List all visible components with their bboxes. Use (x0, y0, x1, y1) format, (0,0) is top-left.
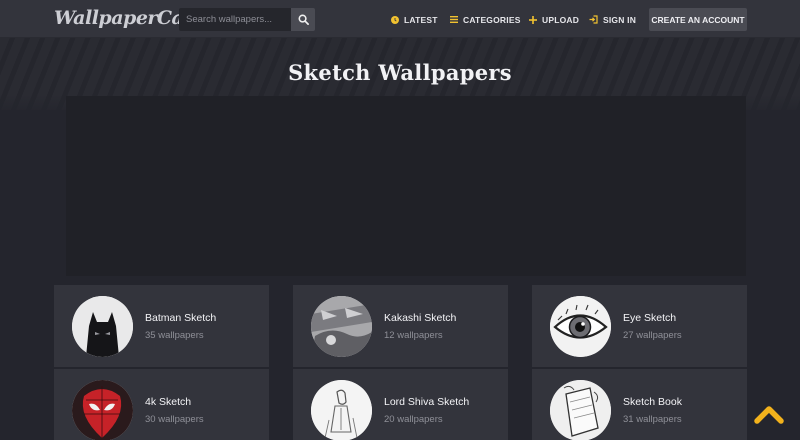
nav-latest[interactable]: LATEST (391, 13, 438, 26)
nav-categories-label: CATEGORIES (463, 14, 521, 25)
card-title: Lord Shiva Sketch (384, 396, 470, 408)
card-count: 12 wallpapers (384, 330, 443, 341)
shiva-thumbnail (311, 380, 372, 440)
search-button[interactable] (291, 8, 315, 31)
card-count: 35 wallpapers (145, 330, 204, 341)
card-count: 31 wallpapers (623, 414, 682, 425)
search-icon (298, 14, 309, 25)
category-card[interactable]: 4k Sketch 30 wallpapers (54, 369, 269, 440)
top-navbar: WallpaperCave LATEST CATEGORIES UPLOAD (0, 0, 800, 38)
list-icon (450, 16, 458, 23)
category-card[interactable]: Eye Sketch 27 wallpapers (532, 285, 747, 367)
search-input[interactable] (179, 8, 291, 31)
card-title: Sketch Book (623, 396, 682, 408)
card-title: Kakashi Sketch (384, 312, 457, 324)
card-count: 30 wallpapers (145, 414, 204, 425)
ad-placeholder (66, 96, 746, 276)
spiderman-thumbnail (72, 380, 133, 440)
category-card[interactable]: Kakashi Sketch 12 wallpapers (293, 285, 508, 367)
nav-upload[interactable]: UPLOAD (529, 13, 579, 26)
nav-upload-label: UPLOAD (542, 14, 580, 25)
card-count: 20 wallpapers (384, 414, 443, 425)
chevron-up-icon (754, 406, 784, 424)
page-title: Sketch Wallpapers (288, 60, 512, 85)
back-to-top-button[interactable] (754, 402, 784, 426)
nav-latest-label: LATEST (404, 14, 438, 25)
search-form (179, 8, 315, 31)
nav-sign-in-label: SIGN IN (603, 14, 637, 25)
sign-in-icon (589, 15, 598, 24)
eye-thumbnail (550, 296, 611, 357)
card-count: 27 wallpapers (623, 330, 682, 341)
clock-icon (391, 15, 399, 24)
nav-categories[interactable]: CATEGORIES (450, 13, 521, 26)
card-title: Batman Sketch (145, 312, 217, 324)
category-card[interactable]: Lord Shiva Sketch 20 wallpapers (293, 369, 508, 440)
sketchbook-thumbnail (550, 380, 611, 440)
nav-sign-in[interactable]: SIGN IN (589, 13, 636, 26)
card-title: Eye Sketch (623, 312, 677, 324)
category-card[interactable]: Sketch Book 31 wallpapers (532, 369, 747, 440)
kakashi-thumbnail (311, 296, 372, 357)
batman-thumbnail (72, 296, 133, 357)
category-card[interactable]: Batman Sketch 35 wallpapers (54, 285, 269, 367)
create-account-button[interactable]: CREATE AN ACCOUNT (649, 8, 747, 31)
card-title: 4k Sketch (145, 396, 192, 408)
plus-icon (529, 15, 537, 24)
